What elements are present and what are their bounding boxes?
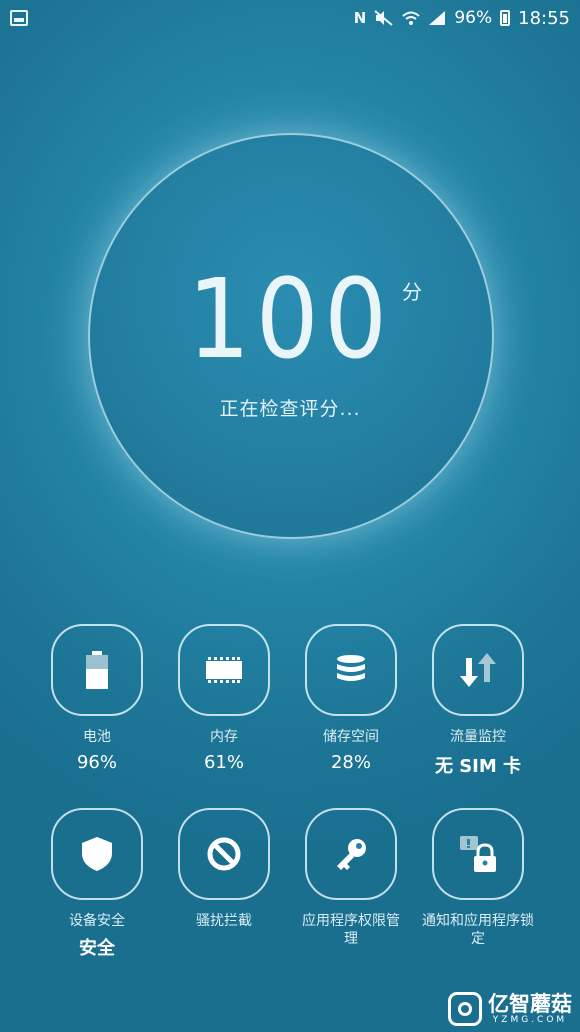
shield-icon xyxy=(82,837,112,871)
screenshot-notification-icon xyxy=(10,10,28,26)
watermark-logo-icon xyxy=(448,992,482,1026)
device-security-tile[interactable] xyxy=(51,808,143,900)
storage-label: 储存空间 xyxy=(323,729,379,745)
storage-tile[interactable] xyxy=(305,624,397,716)
battery-tile[interactable] xyxy=(51,624,143,716)
block-icon xyxy=(207,837,241,871)
score-status-text: 正在检查评分... xyxy=(219,398,361,420)
lock-icon xyxy=(460,836,496,872)
watermark-en: YZMG.COM xyxy=(492,1015,568,1025)
score-value: 100 xyxy=(187,255,393,383)
battery-value: 96% xyxy=(76,752,117,773)
data-usage-tile[interactable] xyxy=(432,624,524,716)
site-watermark: 亿智蘑菇 YZMG.COM xyxy=(448,990,572,1028)
storage-value: 28% xyxy=(330,752,371,773)
status-bar: N 96% 18:55 xyxy=(0,0,580,36)
battery-label: 电池 xyxy=(83,729,111,745)
memory-tile[interactable] xyxy=(178,624,270,716)
app-permissions-tile[interactable] xyxy=(305,808,397,900)
wifi-icon xyxy=(402,11,420,25)
spam-block-label: 骚扰拦截 xyxy=(196,913,252,929)
data-transfer-arrows-icon xyxy=(460,653,496,687)
notification-app-lock-tile[interactable] xyxy=(432,808,524,900)
spam-block-tile[interactable] xyxy=(178,808,270,900)
status-icons: N 96% 18:55 xyxy=(354,6,570,30)
storage-database-icon xyxy=(337,655,365,681)
device-security-value: 安全 xyxy=(79,938,115,959)
memory-chip-icon xyxy=(206,657,242,683)
battery-charging-icon xyxy=(500,10,511,26)
mute-icon xyxy=(374,10,393,26)
app-permissions-label: 应用程序权限管理 xyxy=(302,913,400,947)
score-unit: 分 xyxy=(402,280,422,304)
watermark-cn: 亿智蘑菇 xyxy=(488,992,572,1016)
nfc-icon: N xyxy=(353,9,367,27)
data-usage-value: 无 SIM 卡 xyxy=(434,756,522,777)
battery-icon xyxy=(86,651,108,689)
memory-label: 内存 xyxy=(210,729,238,745)
device-security-label: 设备安全 xyxy=(69,913,125,929)
signal-icon xyxy=(429,11,446,25)
memory-value: 61% xyxy=(203,752,244,773)
notification-app-lock-label: 通知和应用程序锁定 xyxy=(422,913,534,947)
clock: 18:55 xyxy=(518,7,570,29)
data-usage-label: 流量监控 xyxy=(450,729,506,745)
battery-percent: 96% xyxy=(454,8,493,28)
key-icon xyxy=(337,839,366,870)
